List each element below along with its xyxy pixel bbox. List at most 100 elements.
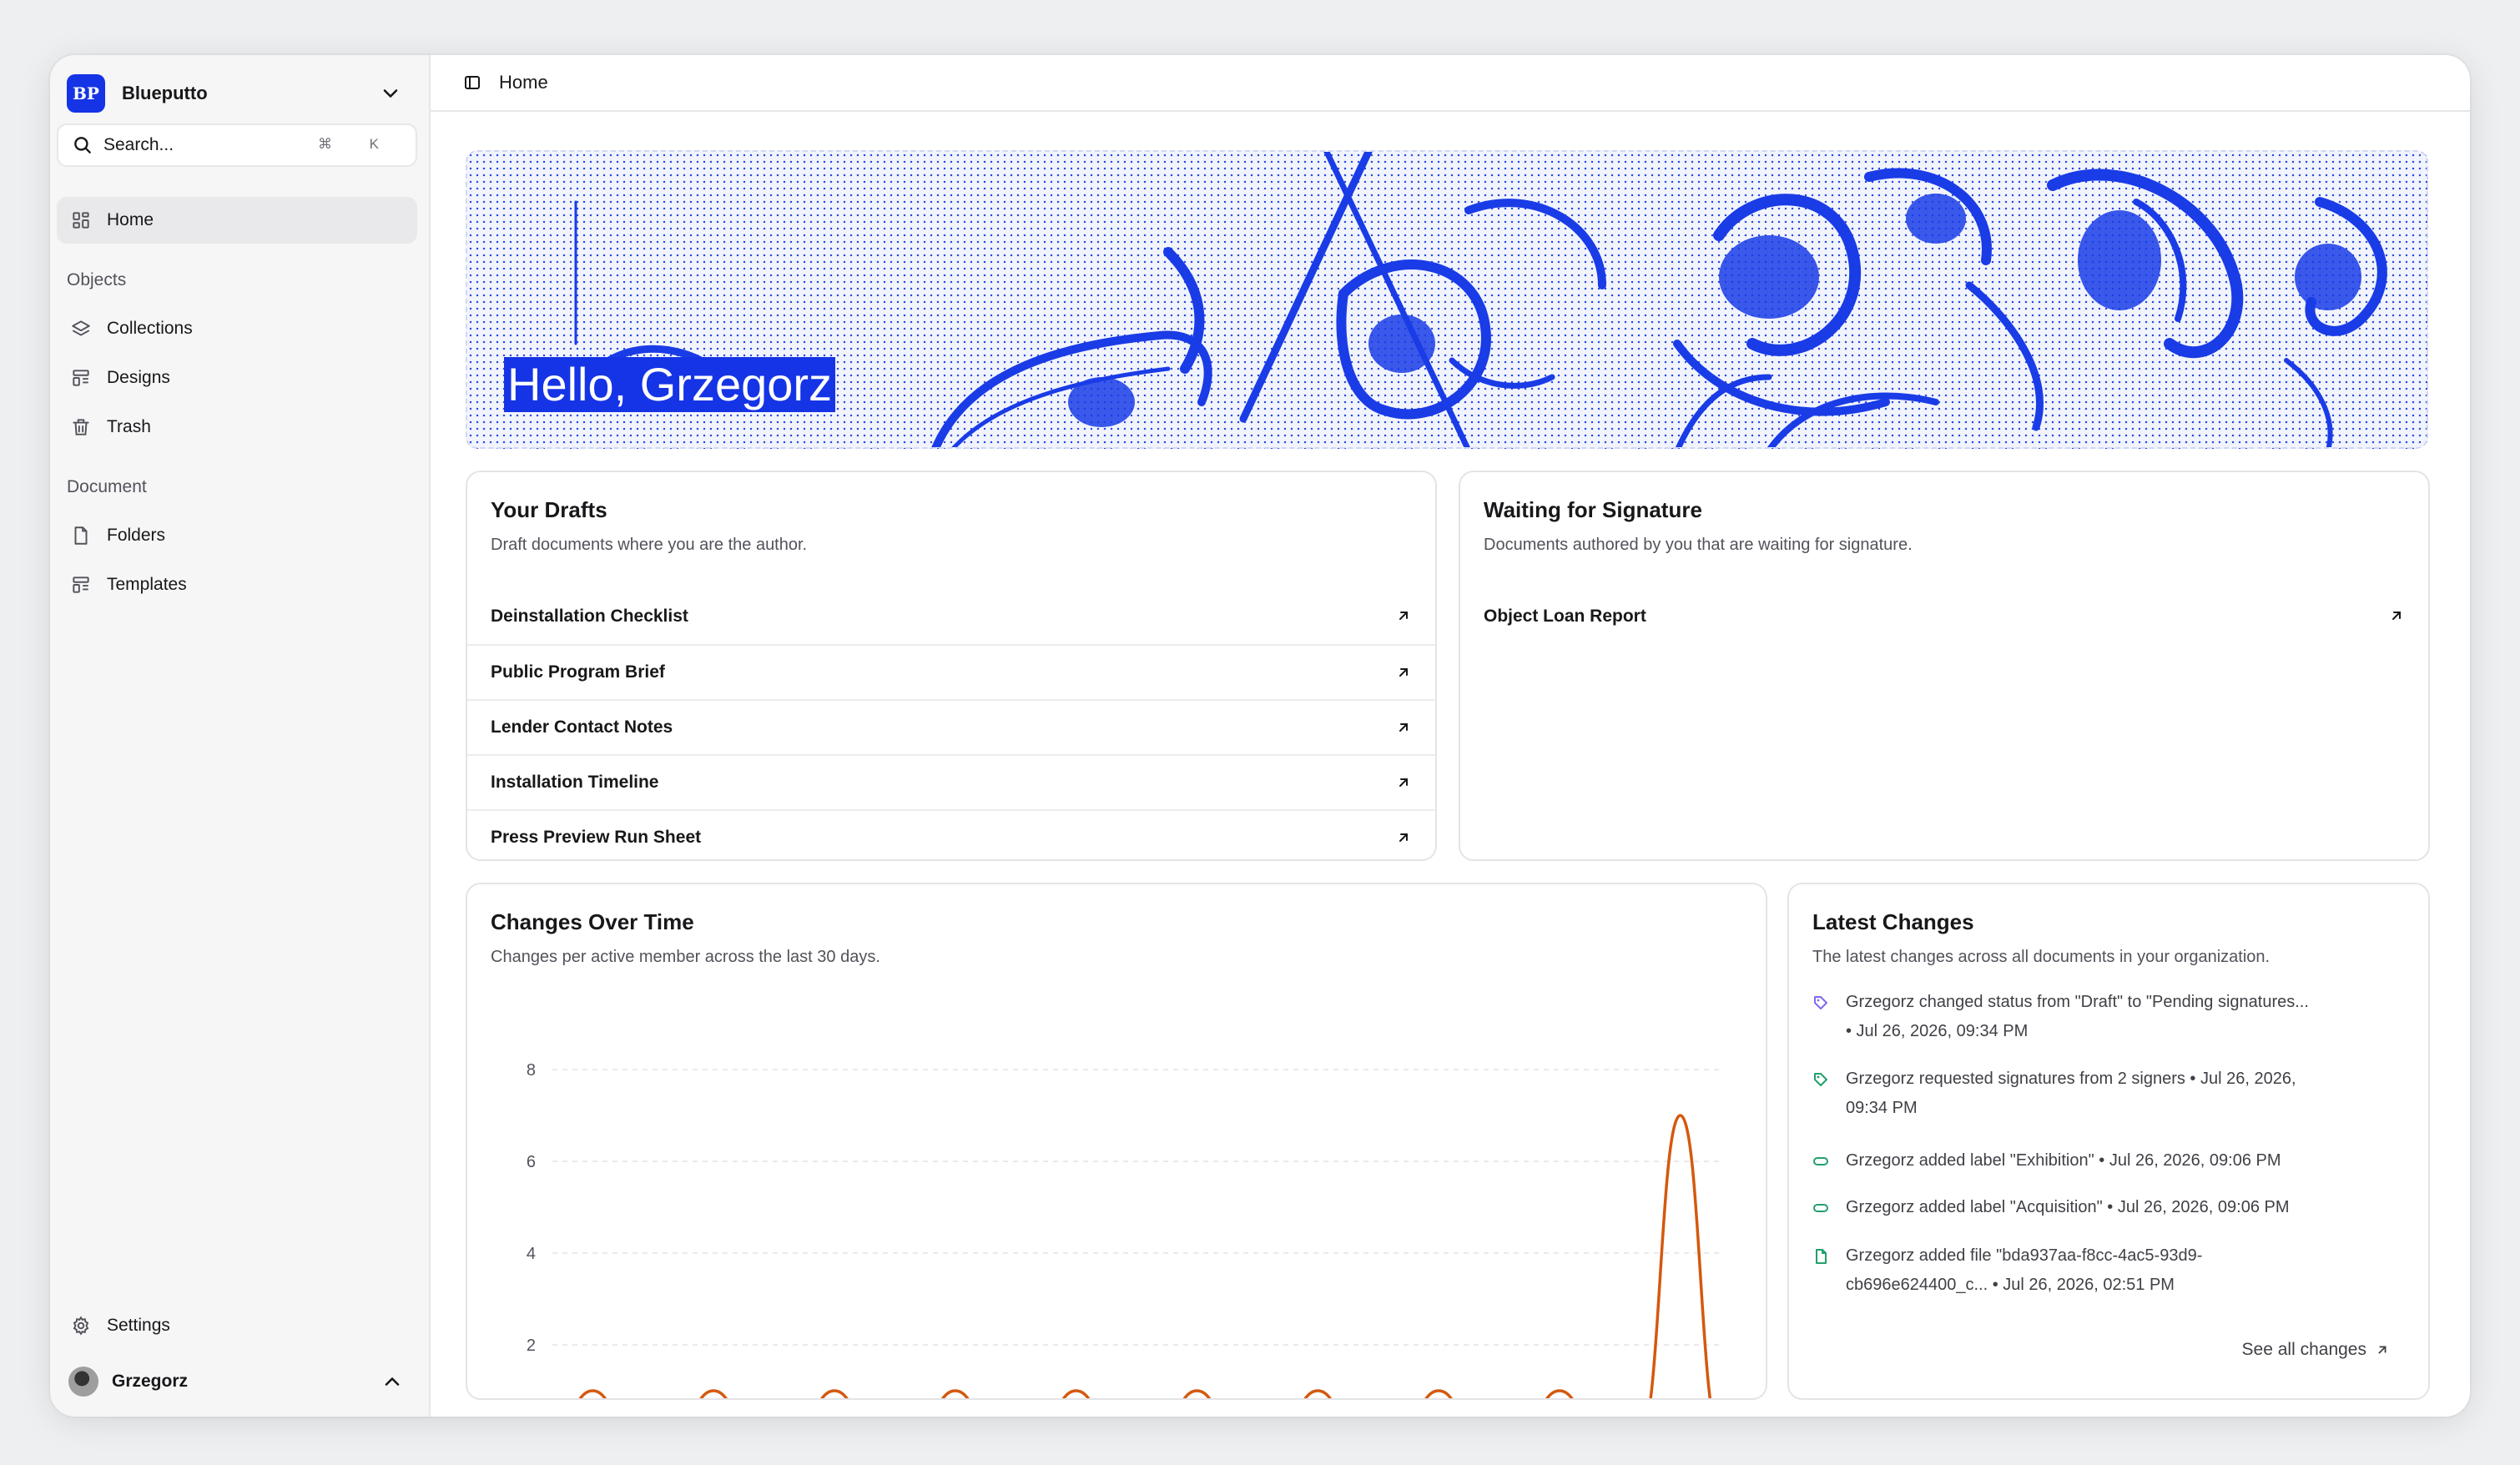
change-text: Grzegorz added label "Exhibition" • Jul … — [1846, 1151, 2281, 1170]
change-text: 09:34 PM — [1846, 1099, 1918, 1117]
search-shortcut: ⌘ K — [317, 136, 396, 152]
template-icon — [73, 576, 89, 593]
sidebar-item-label: Collections — [107, 319, 193, 338]
brand-name: Blueputto — [122, 83, 208, 103]
sidebar-item-templates[interactable]: Templates — [57, 561, 417, 608]
brand-logo: BP — [67, 74, 105, 113]
latest-changes-card: Latest Changes The latest changes across… — [1787, 883, 2430, 1400]
sidebar-item-label: Trash — [107, 417, 151, 436]
card-title: Your Drafts — [491, 497, 607, 522]
card-description: The latest changes across all documents … — [1812, 948, 2271, 966]
y-tick-label: 2 — [527, 1337, 536, 1355]
card-description: Changes per active member across the las… — [491, 948, 880, 966]
y-tick-label: 4 — [527, 1245, 536, 1263]
arrow-up-right-icon — [1399, 778, 1408, 787]
sidebar-item-label: Folders — [107, 526, 166, 545]
sidebar-item-label: Designs — [107, 368, 170, 387]
sidebar-item-designs[interactable]: Designs — [57, 355, 417, 401]
file-icon — [1816, 1249, 1827, 1264]
card-title: Waiting for Signature — [1484, 497, 1702, 522]
sidebar-toggle-icon[interactable] — [462, 73, 482, 93]
arrow-up-right-icon — [2378, 1346, 2386, 1354]
change-text: Grzegorz changed status from "Draft" to … — [1846, 993, 2309, 1011]
label-icon — [1813, 1157, 1828, 1165]
change-item: Grzegorz added label "Exhibition" • Jul … — [1812, 1146, 2405, 1176]
draft-item-title: Press Preview Run Sheet — [491, 828, 702, 847]
sidebar-item-settings[interactable]: Settings — [57, 1302, 417, 1349]
topbar: Home — [431, 55, 2470, 112]
trash-icon — [73, 419, 89, 435]
tag-icon — [1814, 996, 1827, 1009]
signature-item-title: Object Loan Report — [1484, 607, 1646, 626]
draft-item-title: Installation Timeline — [491, 773, 659, 792]
draft-item[interactable]: Deinstallation Checklist — [467, 589, 1435, 644]
y-tick-label: 6 — [527, 1153, 536, 1171]
change-item: Grzegorz added label "Acquisition" • Jul… — [1812, 1193, 2405, 1222]
sidebar-item-collections[interactable]: Collections — [57, 305, 417, 352]
line-chart: 02468 — [467, 993, 1766, 1398]
change-text: • Jul 26, 2026, 09:34 PM — [1846, 1022, 2029, 1040]
card-title: Changes Over Time — [491, 909, 694, 934]
welcome-banner: Hello, Grzegorz — [466, 150, 2428, 449]
sidebar: BP Blueputto Search... ⌘ K Home Objects … — [50, 55, 427, 1417]
signature-card: Waiting for Signature Documents authored… — [1459, 471, 2430, 861]
chevron-down-icon — [383, 89, 398, 98]
file-icon — [74, 526, 88, 545]
draft-item[interactable]: Public Program Brief — [467, 644, 1435, 699]
tag-icon — [1814, 1073, 1827, 1086]
template-icon — [73, 370, 89, 386]
draft-item-title: Lender Contact Notes — [491, 717, 673, 737]
changes-chart-card: Changes Over Time Changes per active mem… — [466, 883, 1767, 1400]
dashboard-icon — [73, 212, 89, 229]
section-label-document: Document — [67, 477, 147, 496]
change-item: Grzegorz changed status from "Draft" to … — [1812, 988, 2405, 1046]
see-all-changes-link[interactable]: See all changes — [2242, 1340, 2390, 1360]
section-label-objects: Objects — [67, 270, 127, 289]
label-icon — [1813, 1204, 1828, 1212]
search-button[interactable]: Search... ⌘ K — [57, 123, 417, 167]
change-text: Grzegorz added label "Acquisition" • Jul… — [1846, 1198, 2290, 1216]
draft-item-title: Public Program Brief — [491, 662, 665, 682]
draft-item[interactable]: Installation Timeline — [467, 754, 1435, 809]
arrow-up-right-icon — [1399, 723, 1408, 732]
change-item: Grzegorz requested signatures from 2 sig… — [1812, 1065, 2405, 1123]
gear-icon — [73, 1316, 89, 1336]
card-description: Documents authored by you that are waiti… — [1484, 536, 1913, 554]
app-window: BP Blueputto Search... ⌘ K Home Objects … — [50, 55, 2470, 1417]
change-text: Grzegorz added file "bda937aa-f8cc-4ac5-… — [1846, 1246, 2203, 1265]
arrow-up-right-icon — [1399, 833, 1408, 842]
sidebar-item-label: Settings — [107, 1316, 170, 1335]
page-title: Home — [499, 72, 548, 93]
layers-icon — [72, 320, 90, 336]
draft-item[interactable]: Press Preview Run Sheet — [467, 809, 1435, 859]
search-label: Search... — [103, 135, 174, 154]
arrow-up-right-icon — [1399, 612, 1408, 620]
change-text: cb696e624400_c... • Jul 26, 2026, 02:51 … — [1846, 1276, 2175, 1294]
change-text: Grzegorz requested signatures from 2 sig… — [1846, 1070, 2296, 1088]
arrow-up-right-icon — [2392, 612, 2401, 620]
series-line — [578, 1114, 1712, 1398]
y-tick-label: 8 — [527, 1061, 536, 1080]
sidebar-item-home[interactable]: Home — [57, 197, 417, 244]
greeting-heading: Hello, Grzegorz — [504, 357, 836, 412]
search-icon — [74, 137, 91, 154]
user-menu[interactable]: Grzegorz — [57, 1358, 417, 1405]
chevron-up-icon — [385, 1377, 400, 1386]
arrow-up-right-icon — [1399, 668, 1408, 677]
change-item: Grzegorz added file "bda937aa-f8cc-4ac5-… — [1812, 1241, 2405, 1300]
sidebar-item-folders[interactable]: Folders — [57, 512, 417, 559]
workspace-switcher[interactable]: BP Blueputto — [67, 62, 417, 125]
signature-item[interactable]: Object Loan Report — [1460, 589, 2428, 644]
drafts-card: Your Drafts Draft documents where you ar… — [466, 471, 1437, 861]
draft-item-title: Deinstallation Checklist — [491, 607, 688, 626]
sidebar-item-label: Home — [107, 210, 154, 229]
chart-svg: 02468 — [527, 1061, 1721, 1398]
sidebar-item-label: Templates — [107, 575, 187, 594]
card-title: Latest Changes — [1812, 909, 1974, 934]
sidebar-item-trash[interactable]: Trash — [57, 404, 417, 451]
main-content: Home Hello, Grzegorz Your Drafts Draft d… — [429, 55, 2470, 1417]
see-all-label: See all changes — [2241, 1340, 2366, 1359]
draft-item[interactable]: Lender Contact Notes — [467, 699, 1435, 754]
user-name: Grzegorz — [112, 1372, 189, 1391]
avatar — [68, 1367, 98, 1397]
